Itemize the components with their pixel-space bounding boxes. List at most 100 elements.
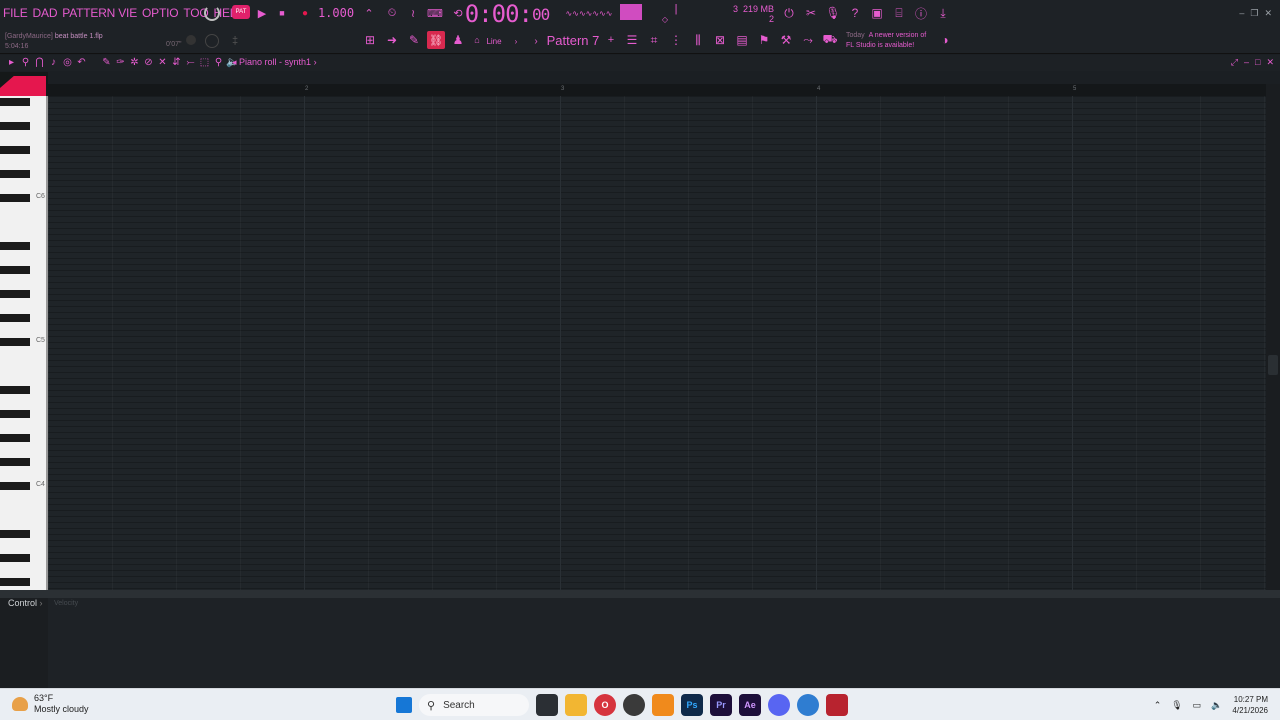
menu-file[interactable]: FILE [3,6,28,22]
cpu-icon[interactable]: ⏻ [782,6,796,20]
menu-edit-add[interactable]: DAD [33,6,58,22]
pr-maximize-icon[interactable]: □ [1255,57,1260,68]
note-grid[interactable] [48,96,1266,590]
clock[interactable]: 10:27 PM 4/21/2026 [1232,694,1268,716]
zoom-tool-icon[interactable]: ⚲ [213,56,224,68]
paint-drums-icon[interactable]: ✲ [129,56,140,68]
black-key[interactable] [0,98,30,106]
black-key[interactable] [0,290,30,298]
chevron-up-icon[interactable]: ⌃ [1154,700,1162,711]
channel-rack-icon[interactable]: ⋮ [669,33,683,47]
menu-pattern-view[interactable]: PATTERN VIE [62,6,137,22]
pattern-selector[interactable]: Pattern 7 [544,32,602,48]
pat-song-toggle[interactable]: PAT [232,5,250,19]
step-edit-icon[interactable]: ⌨ [427,6,443,20]
opera-icon[interactable]: O [594,694,616,716]
black-key[interactable] [0,530,30,538]
event-editor[interactable] [0,598,1280,688]
update-icon[interactable]: ◑ [938,33,952,47]
pitch-knob[interactable] [186,35,196,45]
after-effects-icon[interactable]: Ae [739,694,761,716]
piano-roll-icon[interactable]: ⌗ [647,33,661,47]
menu-arrow-icon[interactable]: ▸ [6,56,17,68]
black-key[interactable] [0,146,30,154]
chevron-right-icon[interactable]: › [512,35,520,47]
black-key[interactable] [0,266,30,274]
pr-minimize-icon[interactable]: – [1244,57,1249,68]
stop-icon[interactable]: ■ [276,6,288,20]
plugin-picker-icon[interactable]: ⚑ [757,33,771,47]
tempo-display[interactable]: 1.000 [318,6,354,20]
stamp-icon[interactable]: ♟ [451,33,465,47]
premiere-icon[interactable]: Pr [710,694,732,716]
save-icon[interactable]: ▣ [870,6,884,20]
add-pattern-icon[interactable]: + [606,33,616,47]
record-icon[interactable]: ● [299,6,311,20]
plugin-database-icon[interactable]: ▤ [735,33,749,47]
wait-input-icon[interactable]: ⏲ [384,6,400,20]
weather-widget[interactable]: 63°F Mostly cloudy [12,693,89,715]
close-icon[interactable]: ✕ [1264,8,1272,19]
plugin-icon[interactable]: ⌸ [892,6,906,20]
info-icon[interactable]: ⓘ [914,6,928,21]
link-icon[interactable]: ⛓ [427,31,445,49]
microphone-icon[interactable]: 🎙 [825,6,840,20]
select-tool-icon[interactable]: ⬚ [199,56,210,68]
note-icon[interactable]: ♪ [48,56,59,68]
cart-icon[interactable]: ⛟ [822,32,837,47]
vertical-scrollbar[interactable] [1266,84,1280,590]
start-icon[interactable] [396,697,412,713]
loop-record-icon[interactable]: ⟲ [450,6,466,20]
slider-handle[interactable]: ‡ [230,34,240,48]
menu-options[interactable]: OPTIO [142,6,179,22]
script-icon[interactable]: ⤳ [801,33,815,47]
metronome-icon[interactable]: ⌃ [362,6,376,20]
file-explorer-icon[interactable] [565,694,587,716]
timeline-ruler[interactable]: 2 3 4 5 [48,84,1266,96]
taskbar-search[interactable]: ⚲ Search [419,694,529,716]
snap-magnet-icon[interactable]: ⋂ [34,56,45,68]
play-icon[interactable]: ▶ [256,6,268,20]
photoshop-icon[interactable]: Ps [681,694,703,716]
time-display[interactable]: 0:00:00 [465,0,551,28]
black-key[interactable] [0,314,30,322]
fl-studio-icon[interactable] [652,694,674,716]
slip-tool-icon[interactable]: ⇵ [171,56,182,68]
snap-icon[interactable]: ⊞ [362,33,378,47]
update-notice[interactable]: Today A newer version of FL Studio is av… [846,31,926,51]
paint-tool-icon[interactable]: ✑ [115,56,126,68]
app-icon[interactable] [797,694,819,716]
touch-keyboard-icon[interactable]: ⚒ [779,33,793,47]
piano-roll-title-area[interactable]: ◂ Piano roll - synth1 › [232,57,317,68]
mixer-icon[interactable]: ⫼ [691,33,705,47]
black-key[interactable] [0,122,30,130]
archive-icon[interactable] [826,694,848,716]
mute-tool-icon[interactable]: ✕ [157,56,168,68]
pattern-arrow-icon[interactable]: › [532,35,540,47]
control-label[interactable]: Control › [8,598,43,608]
delete-tool-icon[interactable]: ⊘ [143,56,154,68]
scrollbar-thumb[interactable] [1268,355,1278,375]
black-key[interactable] [0,170,30,178]
help-icon[interactable]: ? [848,6,862,20]
piano-keyboard[interactable]: C6 C5 C4 [0,96,48,590]
network-icon[interactable]: ▭ [1193,700,1202,711]
tool-mode-select[interactable]: Line [484,35,504,47]
arrow-icon[interactable]: ➜ [385,33,399,47]
master-pitch-knob[interactable] [205,34,219,48]
black-key[interactable] [0,434,30,442]
download-icon[interactable]: ⤓ [936,6,950,20]
black-key[interactable] [0,194,30,202]
black-key[interactable] [0,410,30,418]
lock-icon[interactable]: ⌂ [472,34,482,46]
task-view-icon[interactable] [536,694,558,716]
black-key[interactable] [0,458,30,466]
mic-tray-icon[interactable]: 🎙 [1171,700,1182,711]
volume-icon[interactable]: 🔈 [1211,700,1222,711]
black-key[interactable] [0,482,30,490]
black-key[interactable] [0,554,30,562]
restore-icon[interactable]: ❐ [1250,8,1258,19]
slice-tool-icon[interactable]: ⤚ [185,56,196,68]
detach-icon[interactable]: ⤢ [1231,57,1238,68]
magnet-icon[interactable]: ⚲ [20,56,31,68]
